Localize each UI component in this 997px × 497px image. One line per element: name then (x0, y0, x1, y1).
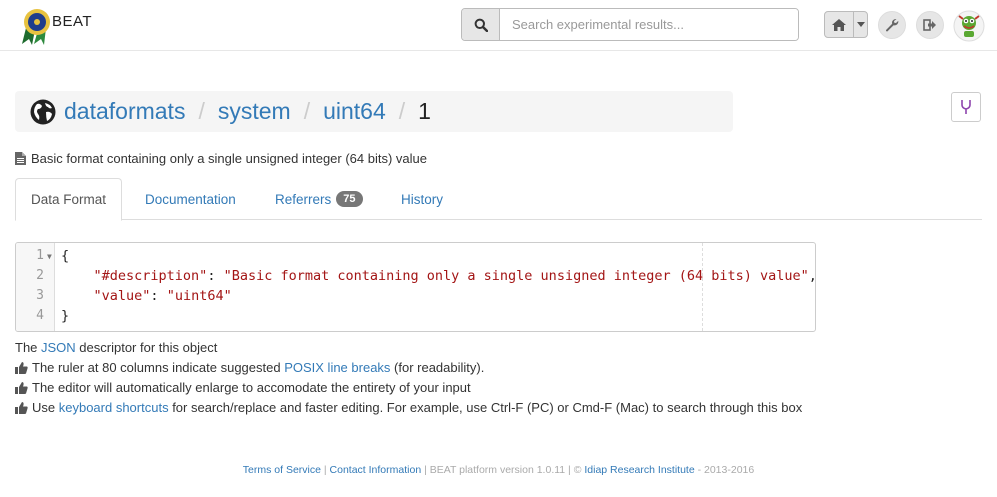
breadcrumb-system[interactable]: system (218, 98, 291, 125)
line-number: 3 (36, 288, 44, 303)
fork-icon (961, 100, 971, 114)
user-avatar-icon (953, 10, 985, 42)
caret-down-icon (856, 22, 865, 27)
tab-label: Documentation (145, 191, 236, 207)
keyboard-shortcuts-link[interactable]: keyboard shortcuts (59, 400, 169, 415)
home-dropdown[interactable] (824, 11, 868, 38)
description-text: Basic format containing only a single un… (31, 151, 428, 166)
json-editor[interactable]: 1 ▼ 2 3 4 { "#description": "Basic forma… (15, 242, 816, 332)
json-string: "Basic format containing only a single u… (223, 268, 809, 284)
line-number: 1 (36, 248, 44, 263)
thumbs-up-icon (15, 362, 28, 374)
tab-documentation[interactable]: Documentation (145, 178, 236, 220)
json-key: "value" (93, 288, 151, 304)
thumbs-up-icon (15, 402, 28, 414)
code-line: { (61, 248, 70, 264)
search-icon (474, 18, 488, 32)
help-line: Use keyboard shortcuts for search/replac… (15, 398, 805, 418)
tab-label: Referrers (275, 191, 332, 207)
footer-separator: | (320, 464, 330, 476)
search-button[interactable] (462, 9, 500, 40)
footer: Terms of Service | Contact Information |… (0, 464, 997, 476)
beat-logo-icon (22, 9, 50, 45)
tab-referrers[interactable]: Referrers 75 (275, 178, 363, 220)
editor-gutter: 1 ▼ 2 3 4 (16, 243, 55, 331)
editor-help: The JSON descriptor for this object The … (15, 338, 805, 418)
breadcrumb: dataformats / system / uint64 / 1 (15, 91, 733, 132)
breadcrumb-uint64[interactable]: uint64 (323, 98, 386, 125)
referrers-count-badge: 75 (336, 191, 363, 207)
thumbs-up-icon (15, 382, 28, 394)
code-line: "value": "uint64" (93, 288, 232, 304)
code-line: } (61, 308, 70, 324)
tab-data-format[interactable]: Data Format (15, 178, 123, 221)
breadcrumb-separator: / (303, 98, 311, 124)
tab-bar: Data Format Documentation Referrers 75 H… (15, 178, 982, 221)
help-line: The editor will automatically enlarge to… (15, 378, 805, 398)
breadcrumb-separator: / (198, 98, 205, 124)
top-navbar: BEAT (0, 0, 997, 51)
beat-logo[interactable]: BEAT (20, 6, 100, 46)
idiap-link[interactable]: Idiap Research Institute (584, 464, 694, 476)
fork-button[interactable] (951, 92, 981, 122)
platform-version: | BEAT platform version 1.0.11 | © (421, 464, 585, 476)
breadcrumb-version: 1 (418, 98, 431, 124)
search-bar (461, 8, 799, 41)
help-text: Use (32, 400, 59, 415)
help-line: The ruler at 80 columns indicate suggest… (15, 358, 805, 378)
help-line: The JSON descriptor for this object (15, 338, 805, 358)
breadcrumb-separator: / (398, 98, 406, 124)
json-string: "uint64" (166, 288, 232, 304)
logout-icon (923, 19, 936, 31)
breadcrumb-dataformats[interactable]: dataformats (64, 98, 185, 125)
globe-icon (30, 99, 56, 124)
help-text: The editor will automatically enlarge to… (32, 380, 471, 395)
tab-label: History (401, 191, 444, 207)
search-input[interactable] (500, 9, 798, 40)
file-icon (15, 152, 26, 165)
help-text: for search/replace and faster editing. F… (168, 400, 803, 415)
home-caret-button[interactable] (854, 12, 867, 37)
help-text: The ruler at 80 columns indicate suggest… (32, 360, 285, 375)
wrench-icon (886, 19, 899, 32)
line-number: 4 (36, 308, 44, 323)
logout-button[interactable] (916, 11, 944, 39)
line-number: 2 (36, 268, 44, 283)
home-icon (832, 18, 846, 31)
brand-name: BEAT (52, 13, 93, 30)
ruler-80-columns (702, 243, 703, 331)
help-text: (for readability). (390, 360, 485, 375)
help-text: descriptor for this object (75, 340, 218, 355)
terms-of-service-link[interactable]: Terms of Service (243, 464, 321, 476)
code-line: "#description": "Basic format containing… (93, 268, 815, 284)
object-description: Basic format containing only a single un… (15, 151, 427, 166)
tab-history[interactable]: History (401, 178, 443, 220)
user-avatar[interactable] (953, 10, 985, 42)
json-key: "#description" (93, 268, 208, 284)
tab-label: Data Format (31, 192, 107, 207)
home-button[interactable] (825, 12, 854, 37)
help-text: The (15, 340, 42, 355)
posix-line-breaks-link[interactable]: POSIX line breaks (284, 360, 390, 375)
settings-button[interactable] (878, 11, 906, 39)
copyright-years: - 2013-2016 (694, 464, 755, 476)
json-link[interactable]: JSON (41, 340, 76, 355)
contact-information-link[interactable]: Contact Information (330, 464, 422, 476)
fold-toggle-icon[interactable]: ▼ (47, 252, 52, 261)
